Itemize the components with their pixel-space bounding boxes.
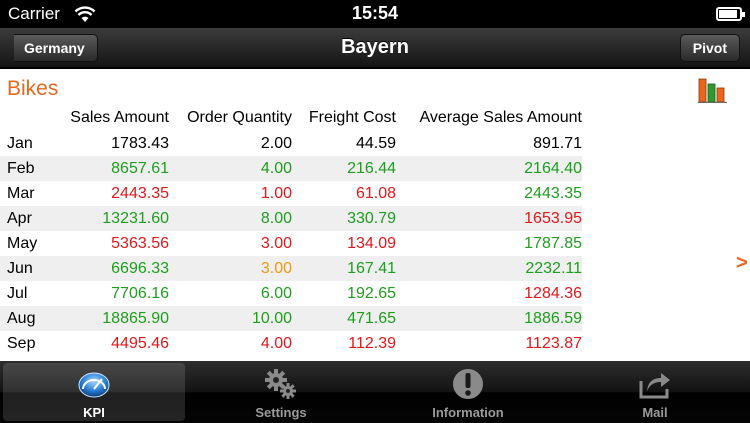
sales-amount-cell: 5363.56 [111,234,169,252]
average-sales-amount-cell: 2443.35 [524,184,582,202]
order-quantity-cell: 4.00 [169,156,292,181]
table-row[interactable]: Mar 2443.35 1.00 61.08 2443.35 [0,181,582,206]
next-page-arrow-icon[interactable]: > [736,252,748,275]
month-cell: Apr [0,206,55,231]
average-sales-amount-cell: 1787.85 [524,234,582,252]
battery-icon [716,7,745,21]
average-sales-amount-cell: 1886.59 [396,306,582,331]
table-row[interactable]: Jan 1783.43 2.00 44.59 891.71 [0,131,582,156]
freight-cost-cell: 134.09 [347,234,396,252]
tab-information[interactable]: Information [377,363,559,421]
tab-kpi[interactable]: KPI [3,363,185,421]
pivot-button[interactable]: Pivot [679,34,740,62]
bar-chart-icon[interactable] [698,75,728,103]
table-row[interactable]: May 5363.56 3.00 134.09 1787.85 [0,231,582,256]
header-month [0,105,55,131]
tab-kpi-label: KPI [83,405,105,420]
freight-cost-cell: 192.65 [347,284,396,302]
tab-mail[interactable]: Mail [564,363,746,421]
freight-cost-cell: 61.08 [355,184,396,202]
freight-cost-cell: 471.65 [292,306,396,331]
order-quantity-cell: 4.00 [260,334,292,352]
order-quantity-cell: 8.00 [169,206,292,231]
sales-amount-cell: 6696.33 [55,256,169,281]
month-cell: Feb [0,156,55,181]
average-sales-amount-cell: 1123.87 [525,334,582,352]
table-row[interactable]: Jun 6696.33 3.00 167.41 2232.11 [0,256,582,281]
sales-amount-cell: 8657.61 [55,156,169,181]
sales-amount-cell: 2443.35 [111,184,169,202]
sales-amount-cell: 13231.60 [55,206,169,231]
freight-cost-cell: 112.39 [348,334,396,352]
table-row[interactable]: Apr 13231.60 8.00 330.79 1653.95 [0,206,582,231]
month-cell: Mar [7,184,35,202]
status-bar: Carrier 15:54 [0,0,750,28]
table-row[interactable]: Aug 18865.90 10.00 471.65 1886.59 [0,306,582,331]
order-quantity-cell: 1.00 [260,184,292,202]
average-sales-amount-cell: 891.71 [533,134,582,152]
tab-settings-label: Settings [255,405,307,420]
share-arrow-icon [639,373,670,399]
order-quantity-cell: 3.00 [260,234,292,252]
tab-settings[interactable]: Settings [190,363,372,421]
month-cell: Jul [7,284,28,302]
freight-cost-cell: 167.41 [292,256,396,281]
freight-cost-cell: 44.59 [355,134,396,152]
tab-information-label: Information [432,405,504,420]
average-sales-amount-cell: 2164.40 [396,156,582,181]
average-sales-amount-cell: 2232.11 [396,256,582,281]
average-sales-amount-cell: 1653.95 [396,206,582,231]
header-average-sales-amount: Average Sales Amount [419,109,582,126]
order-quantity-cell: 3.00 [169,256,292,281]
tab-bar: KPI Settings Information Mail [0,361,750,423]
sales-amount-cell: 1783.43 [111,134,169,152]
kpi-gauge-icon [78,372,110,398]
month-cell: Jan [7,134,33,152]
month-cell: Aug [0,306,55,331]
exclamation-icon [453,369,483,399]
navigation-bar: Germany Bayern Pivot [0,28,750,68]
clock: 15:54 [351,3,399,23]
month-cell: Sep [7,334,36,352]
kpi-table: Sales Amount Order Quantity Freight Cost… [0,105,582,356]
page-title: Bayern [341,36,409,58]
tab-mail-label: Mail [642,405,668,420]
freight-cost-cell: 216.44 [292,156,396,181]
section-title: Bikes [7,77,59,100]
header-sales-amount: Sales Amount [70,109,169,126]
order-quantity-cell: 6.00 [260,284,292,302]
month-cell: May [7,234,38,252]
gears-icon [265,369,296,399]
month-cell: Jun [0,256,55,281]
table-row[interactable]: Feb 8657.61 4.00 216.44 2164.40 [0,156,582,181]
freight-cost-cell: 330.79 [292,206,396,231]
sales-amount-cell: 7706.16 [111,284,169,302]
table-row[interactable]: Sep 4495.46 4.00 112.39 1123.87 [0,331,582,356]
header-row: Sales Amount Order Quantity Freight Cost… [0,105,582,131]
order-quantity-cell: 10.00 [169,306,292,331]
sales-amount-cell: 18865.90 [55,306,169,331]
average-sales-amount-cell: 1284.36 [524,284,582,302]
header-freight-cost: Freight Cost [308,109,396,126]
order-quantity-cell: 2.00 [260,134,292,152]
kpi-content[interactable]: Bikes Sales Amount Order Quantity Freigh… [0,69,750,361]
table-row[interactable]: Jul 7706.16 6.00 192.65 1284.36 [0,281,582,306]
sales-amount-cell: 4495.46 [111,334,169,352]
header-order-quantity: Order Quantity [187,109,292,126]
